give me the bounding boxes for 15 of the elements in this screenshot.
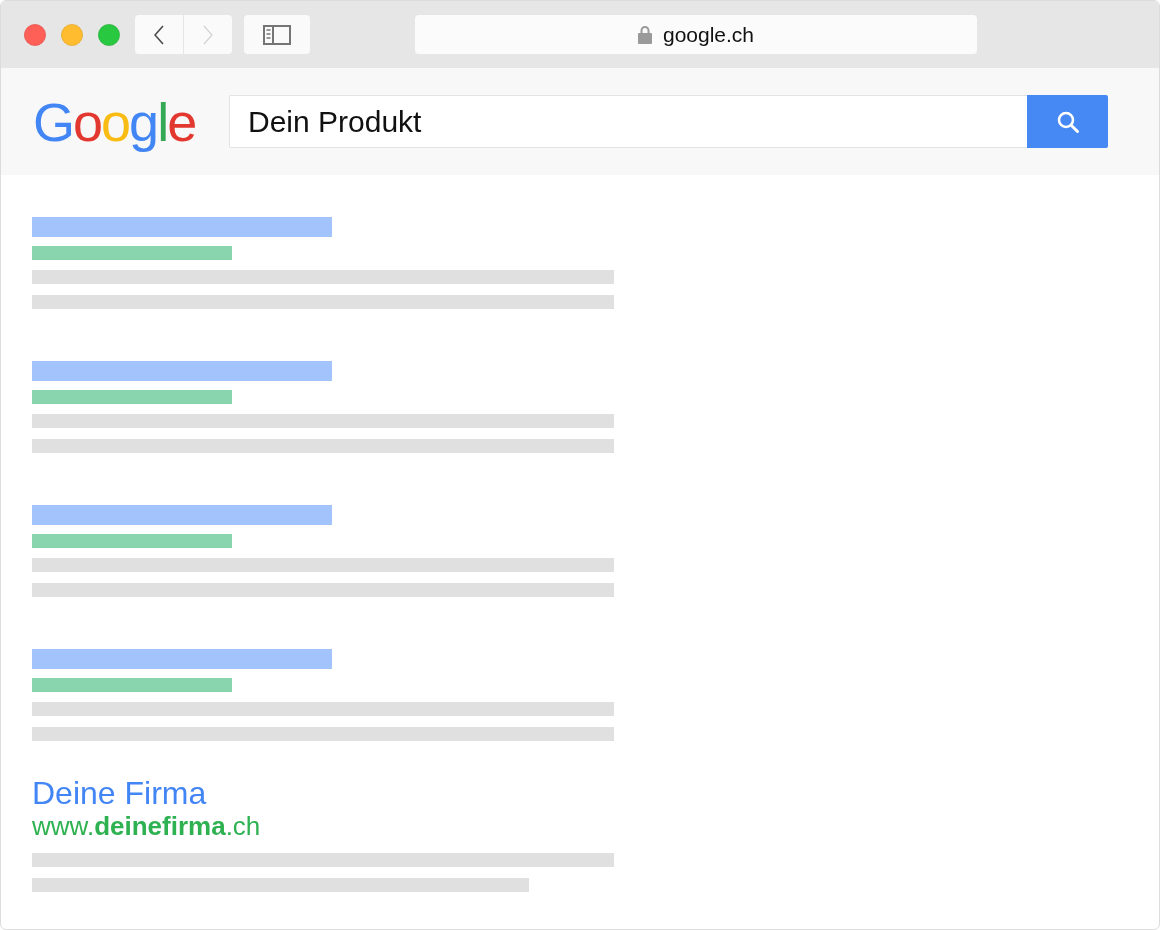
search-icon	[1056, 110, 1079, 133]
sidebar-toggle-button[interactable]	[244, 15, 310, 54]
address-bar[interactable]: google.ch	[415, 15, 977, 54]
result-title-link[interactable]: Deine Firma	[32, 775, 207, 811]
result-url: www.deinefirma.ch	[32, 811, 261, 841]
logo[interactable]: Google	[33, 91, 229, 152]
search-field[interactable]: Dein Produkt	[229, 95, 1027, 148]
back-button[interactable]	[135, 15, 183, 54]
sidebar-icon	[263, 24, 291, 45]
window-maximize-icon[interactable]	[98, 23, 120, 46]
window-minimize-icon[interactable]	[61, 23, 83, 46]
window-close-icon[interactable]	[24, 23, 46, 46]
search-button[interactable]	[1027, 95, 1108, 148]
lock-icon	[637, 25, 652, 44]
forward-button[interactable]	[184, 15, 232, 54]
